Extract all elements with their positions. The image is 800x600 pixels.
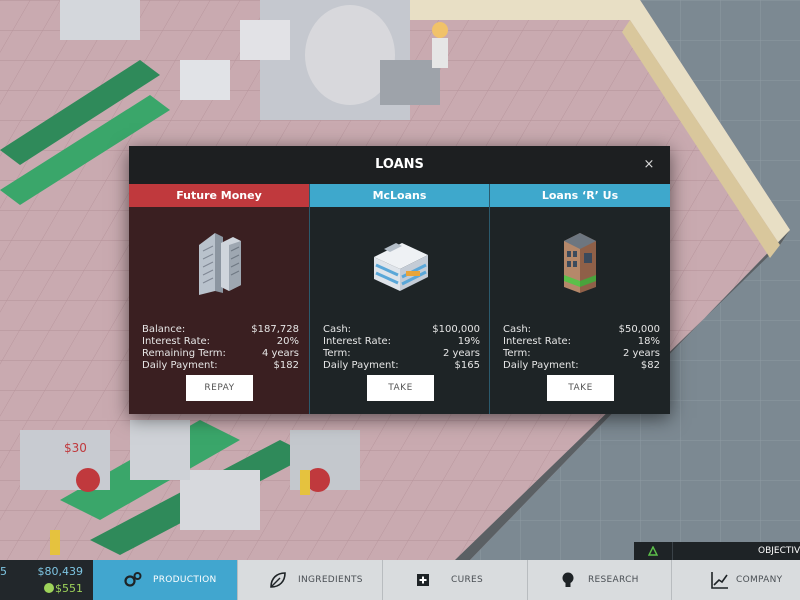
lender-name: Loans ‘R’ Us [490, 184, 670, 207]
loan-stats: Cash: $50,000 Interest Rate: 18% Term: 2 ye… [503, 324, 660, 372]
stat-value: $50,000 [618, 324, 660, 335]
stat-value: 4 years [261, 348, 299, 359]
cash-balance: $80,439 [37, 565, 84, 578]
cash-cut-value: 5 [0, 565, 7, 578]
gears-icon [124, 572, 142, 587]
stat-label: Cash: [503, 324, 532, 335]
lightbulb-icon [562, 572, 574, 587]
stat-value: $182 [273, 360, 299, 371]
objectives-label: OBJECTIVE [758, 546, 800, 556]
stat-label: Interest Rate: [323, 336, 392, 347]
stat-row-interest: Interest Rate: 18% [503, 336, 660, 348]
stat-label: Term: [503, 348, 531, 359]
stat-row-cash: Cash: $50,000 [503, 324, 660, 336]
stat-row-term: Remaining Term: 4 years [142, 348, 299, 360]
tab-research[interactable]: RESEARCH [527, 560, 671, 600]
stat-row-daily-payment: Daily Payment: $165 [323, 360, 480, 372]
bank-building-icon [374, 243, 428, 291]
loan-stats: Cash: $100,000 Interest Rate: 19% Term: 2 y… [323, 324, 480, 372]
triangle-up-icon[interactable] [648, 546, 658, 556]
storefront-building-icon [564, 233, 596, 293]
bottom-toolbar: 5 $80,439 $551 PRODUCTION INGREDIENTS CU… [0, 560, 800, 600]
plus-icon [417, 574, 429, 586]
tab-label: INGREDIENTS [298, 575, 363, 585]
stat-row-interest: Interest Rate: 19% [323, 336, 480, 348]
leaf-icon [270, 572, 286, 588]
divider [672, 542, 673, 560]
stat-label: Interest Rate: [142, 336, 211, 347]
take-loan-button[interactable]: TAKE [547, 375, 614, 401]
tab-label: RESEARCH [588, 575, 639, 585]
tab-label: PRODUCTION [153, 575, 217, 585]
stat-label: Daily Payment: [503, 360, 579, 371]
stat-label: Remaining Term: [142, 348, 226, 359]
line-chart-icon [711, 572, 728, 589]
stat-value: $100,000 [432, 324, 480, 335]
tab-cures[interactable]: CURES [382, 560, 527, 600]
lender-card-loans-r-us: Loans ‘R’ Us Cash: $50,000 Interest Rate:… [489, 184, 670, 414]
lender-name: Future Money [129, 184, 309, 207]
objectives-bar[interactable]: OBJECTIVE [634, 542, 800, 560]
stat-row-balance: Balance: $187,728 [142, 324, 299, 336]
stat-label: Term: [323, 348, 351, 359]
stat-row-daily-payment: Daily Payment: $182 [142, 360, 299, 372]
stat-row-interest: Interest Rate: 20% [142, 336, 299, 348]
lender-card-mcloans: McLoans Cash: $100,000 Interest Rate: 19% … [309, 184, 489, 414]
stat-label: Interest Rate: [503, 336, 572, 347]
tab-label: CURES [451, 575, 484, 585]
daily-income: $551 [55, 582, 83, 595]
stat-row-daily-payment: Daily Payment: $82 [503, 360, 660, 372]
stat-value: $187,728 [251, 324, 299, 335]
stat-value: $165 [454, 360, 480, 371]
stat-row-term: Term: 2 years [503, 348, 660, 360]
tab-ingredients[interactable]: INGREDIENTS [237, 560, 382, 600]
loan-stats: Balance: $187,728 Interest Rate: 20% Remai… [142, 324, 299, 372]
stat-label: Cash: [323, 324, 352, 335]
stat-label: Daily Payment: [142, 360, 218, 371]
stat-value: $82 [640, 360, 660, 371]
stat-row-term: Term: 2 years [323, 348, 480, 360]
stat-value: 20% [276, 336, 299, 347]
tab-production[interactable]: PRODUCTION [93, 560, 237, 600]
close-icon[interactable]: × [640, 156, 658, 174]
stat-label: Daily Payment: [323, 360, 399, 371]
loans-dialog: LOANS × Future Money Balance: $187,728 In… [129, 146, 670, 414]
stat-value: 2 years [622, 348, 660, 359]
stat-value: 2 years [442, 348, 480, 359]
take-loan-button[interactable]: TAKE [367, 375, 434, 401]
money-panel: 5 $80,439 $551 [0, 560, 93, 600]
lender-name: McLoans [310, 184, 489, 207]
scene-price-tag: $30 [64, 441, 87, 455]
stat-label: Balance: [142, 324, 186, 335]
dialog-title: LOANS [375, 157, 424, 172]
office-tower-icon [199, 233, 241, 295]
lender-card-future-money: Future Money Balance: $187,728 Interest R… [129, 184, 309, 414]
tab-label: COMPANY [736, 575, 783, 585]
stat-value: 19% [457, 336, 480, 347]
stat-value: 18% [637, 336, 660, 347]
stat-row-cash: Cash: $100,000 [323, 324, 480, 336]
repay-button[interactable]: REPAY [186, 375, 253, 401]
coin-icon [44, 583, 54, 593]
tab-company[interactable]: COMPANY [671, 560, 800, 600]
